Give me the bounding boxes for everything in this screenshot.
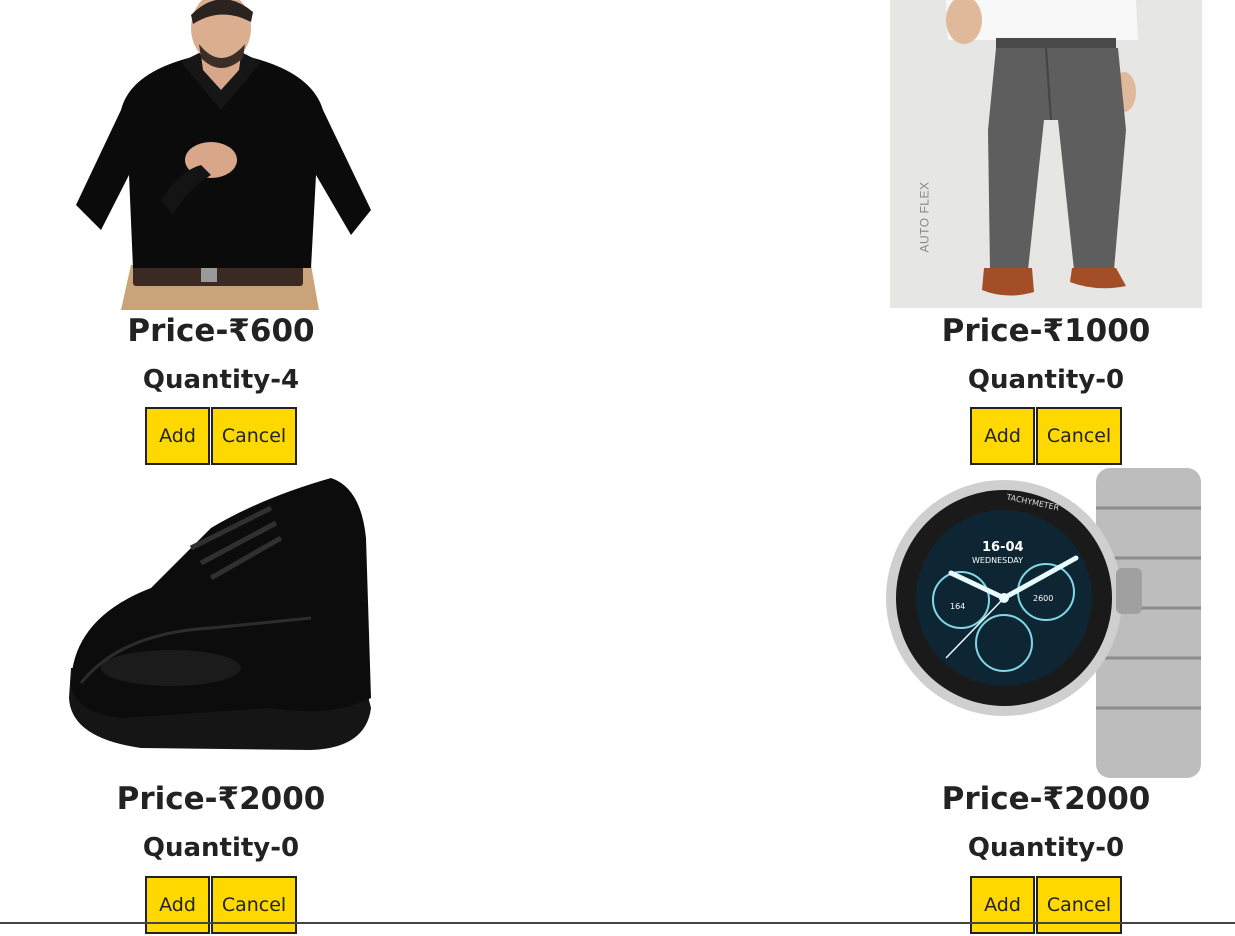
product-quantity: Quantity-4 [142,365,300,395]
add-button[interactable]: Add [970,407,1035,465]
product-image-shirt [61,0,381,310]
watch-left-dial-text: 164 [950,602,966,611]
watch-time-text: 16-04 [982,540,1024,555]
watch-day-text: WEDNESDAY [972,556,1023,565]
cancel-button[interactable]: Cancel [1036,407,1122,465]
add-button[interactable]: Add [145,876,210,934]
product-price: Price-₹2000 [116,781,326,817]
add-button[interactable]: Add [145,407,210,465]
product-image-watch: 16-04 WEDNESDAY TACHYMETER 164 2600 [886,468,1206,778]
image-watermark-text: AUTO FLEX [917,181,932,253]
product-image-trousers: AUTO FLEX [886,0,1206,310]
add-button[interactable]: Add [970,876,1035,934]
product-price: Price-₹2000 [941,781,1151,817]
cancel-button[interactable]: Cancel [1036,876,1122,934]
product-price: Price-₹600 [127,313,315,349]
watch-right-dial-text: 2600 [1033,594,1054,603]
product-quantity: Quantity-0 [967,365,1125,395]
product-price: Price-₹1000 [941,313,1151,349]
product-quantity: Quantity-0 [142,833,300,863]
cancel-button[interactable]: Cancel [211,407,297,465]
product-actions: Add Cancel [886,876,1206,936]
product-actions: Add Cancel [886,407,1206,467]
product-actions: Add Cancel [61,407,381,467]
cancel-button[interactable]: Cancel [211,876,297,934]
product-actions: Add Cancel [61,876,381,936]
product-image-shoe [61,468,381,778]
product-quantity: Quantity-0 [967,833,1125,863]
